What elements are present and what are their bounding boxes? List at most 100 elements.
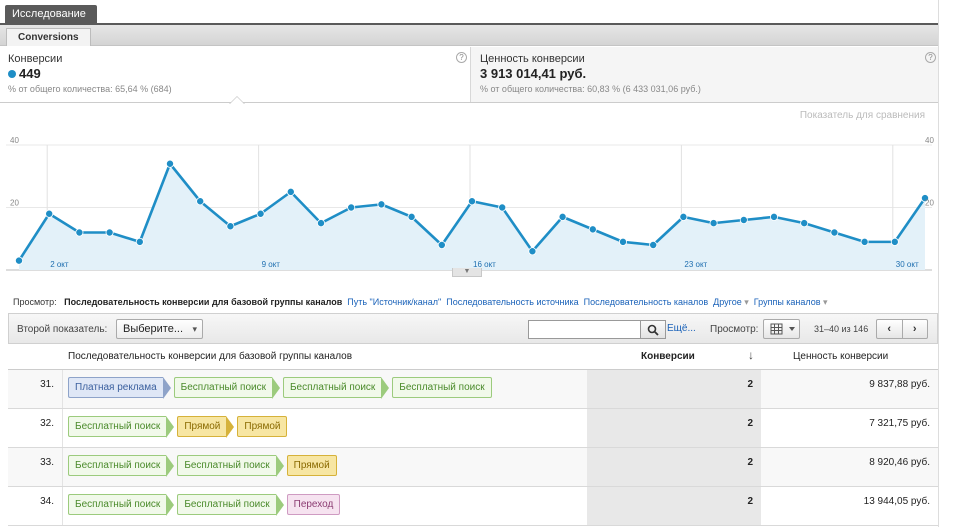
x-tick-label: 30 окт [896,260,919,269]
cell-conversions: 2 [587,448,761,486]
row-index: 31. [8,370,63,408]
x-tick-label: 9 окт [262,260,281,269]
table-header: Последовательность конверсии для базовой… [8,344,938,370]
metric-conversions-share: % от общего количества: 65,64 % (684) [8,84,172,94]
column-header-value[interactable]: Ценность конверсии [793,351,888,362]
view-option-2[interactable]: Последовательность источника [446,297,578,307]
data-point [135,237,144,246]
metric-conversion-value[interactable]: Ценность конверсии 3 913 014,41 руб. % о… [472,47,938,102]
compare-metric-link[interactable]: Показатель для сравнения [800,110,925,121]
channel-chip-direct: Прямой [177,416,235,438]
view-options: Просмотр: Последовательность конверсии д… [13,297,828,308]
data-point [770,212,779,221]
subtab-bar: Conversions [0,25,938,46]
cell-conversions: 2 [587,487,761,525]
data-point [558,212,567,221]
sort-arrow-icon[interactable]: ↓ [748,348,754,362]
y-tick-label-left: 20 [10,199,19,208]
tab-explorer[interactable]: Исследование [5,5,97,24]
channel-path: Бесплатный поиск Бесплатный поиск Переход [68,494,351,516]
data-point [528,247,537,256]
data-point [196,197,205,206]
advanced-filter-link[interactable]: Ещё... [667,323,696,334]
search-button[interactable] [641,320,666,339]
cell-value: 13 944,05 руб. [863,496,930,507]
data-point [316,219,325,228]
data-point [226,222,235,231]
y-tick-label-right: 40 [925,136,934,145]
view-option-4[interactable]: Другое [713,297,749,307]
x-tick-label: 2 окт [50,260,69,269]
data-point [105,228,114,237]
channel-chip-organic: Бесплатный поиск [282,377,390,399]
data-point [286,187,295,196]
table-toolbar: Второй показатель: Выберите... Ещё... Пр… [8,313,938,344]
channel-chip-organic: Бесплатный поиск [392,377,492,398]
data-point [14,256,23,265]
cell-value: 7 321,75 руб. [869,418,930,429]
cell-value: 9 837,88 руб. [869,379,930,390]
data-point [800,219,809,228]
data-point [75,228,84,237]
column-header-conversions[interactable]: Конверсии [641,351,695,362]
view-option-5[interactable]: Группы каналов [754,297,828,307]
channel-chip-organic: Бесплатный поиск [173,377,281,399]
secondary-dimension-label: Второй показатель: [17,324,108,335]
view-option-3[interactable]: Последовательность каналов [584,297,709,307]
data-point [890,237,899,246]
y-tick-label-left: 40 [10,136,19,145]
pagination-range: 31–40 из 146 [814,324,869,334]
data-point [45,209,54,218]
view-option-0[interactable]: Последовательность конверсии для базовой… [64,297,342,307]
table-body: 31. Платная реклама Бесплатный поиск Беспла… [8,370,938,526]
subtab-conversions[interactable]: Conversions [6,28,91,46]
help-icon[interactable]: ? [456,52,467,63]
chart-svg: 40 4020 202 окт 9 окт 16 окт 23 окт 30 окт [6,136,934,271]
page-edge [938,0,939,527]
column-header-sequence: Последовательность конверсии для базовой… [68,351,353,362]
view-option-1[interactable]: Путь "Источник/канал" [347,297,441,307]
x-tick-label: 23 окт [684,260,707,269]
chart-collapse-handle[interactable]: ▼ [452,268,482,277]
y-tick-label-right: 20 [925,199,934,208]
table-row: 31. Платная реклама Бесплатный поиск Беспла… [8,370,938,409]
metric-conversions[interactable]: Конверсии 449 % от общего количества: 65… [0,47,471,102]
prev-page-button[interactable]: ‹ [877,320,903,338]
data-point [498,203,507,212]
cell-conversions: 2 [587,370,761,408]
channel-path: Бесплатный поиск Бесплатный поиск Прямой [68,455,348,477]
search-input[interactable] [528,320,641,339]
conversion-chart: 40 40 20 20 2 окт 9 окт 16 окт 23 окт 30 окт [0,125,938,280]
channel-chip-referral: Переход [286,494,341,515]
data-point [860,237,869,246]
channel-path: Платная реклама Бесплатный поиск Бесплатны… [68,377,503,399]
help-icon[interactable]: ? [925,52,936,63]
grid-icon [770,323,795,335]
secondary-dimension-select[interactable]: Выберите... [116,319,203,339]
data-point [347,203,356,212]
channel-chip-organic: Бесплатный поиск [177,455,284,477]
view-type-select[interactable] [763,319,800,339]
data-point [165,159,174,168]
data-point [709,219,718,228]
channel-chip-organic: Бесплатный поиск [177,494,284,516]
metric-conversions-label: Конверсии [8,53,63,65]
data-point [377,200,386,209]
search-icon [647,324,659,336]
data-point [619,237,628,246]
data-point [679,212,688,221]
metric-value-share: % от общего количества: 60,83 % (6 433 0… [480,84,701,94]
next-page-button[interactable]: › [903,320,928,338]
table-row: 34. Бесплатный поиск Бесплатный поиск Перех… [8,487,938,526]
channel-chip-direct: Прямой [286,455,337,476]
row-index: 32. [8,409,63,447]
data-point [467,197,476,206]
data-point [739,216,748,225]
cell-value: 8 920,46 руб. [869,457,930,468]
metric-conversions-number: 449 [19,66,41,81]
view-label: Просмотр: [13,297,57,307]
metric-panel: Конверсии 449 % от общего количества: 65… [0,47,938,103]
metric-conversions-value: 449 [8,66,462,81]
channel-chip-direct: Прямой [237,416,288,437]
pager: ‹ › [876,319,928,339]
